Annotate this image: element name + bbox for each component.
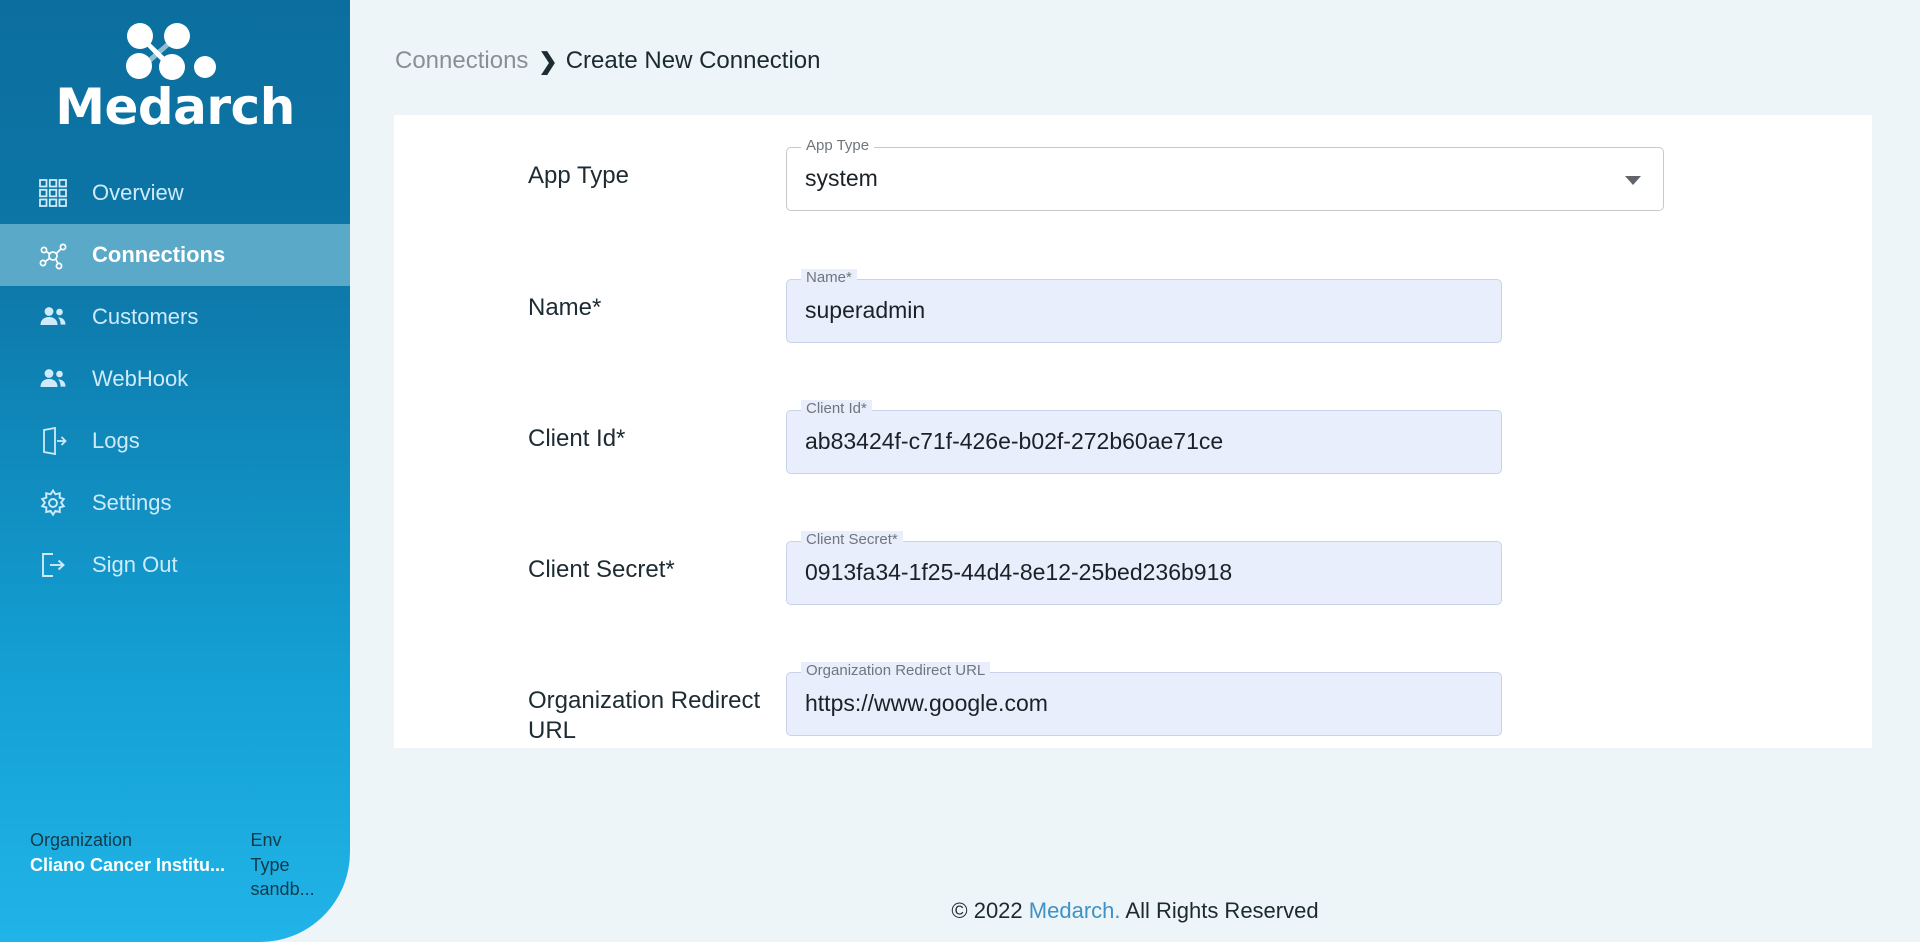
breadcrumb-link-connections[interactable]: Connections <box>395 47 528 75</box>
breadcrumb-current: Create New Connection <box>565 47 821 74</box>
field-label: Organization Redirect URL <box>801 662 991 679</box>
client-secret-input[interactable]: Client Secret* 0913fa34-1f25-44d4-8e12-2… <box>786 531 1502 605</box>
row-label: Client Id* <box>528 425 626 452</box>
connection-form: App Type App Type system Name* Name* sup… <box>394 115 1872 748</box>
sidebar-item-label: Customers <box>92 304 199 329</box>
sidebar-item-label: Sign Out <box>92 552 178 577</box>
name-input[interactable]: Name* superadmin <box>786 269 1502 343</box>
sidebar: Medarch Overview Connections Customers W… <box>0 0 350 942</box>
form-row-client-id: Client Id* Client Id* ab83424f-c71f-426e… <box>394 396 1872 474</box>
medarch-molecule-logo-icon <box>126 23 216 80</box>
form-row-app-type: App Type App Type system <box>394 133 1872 211</box>
field-value: 0913fa34-1f25-44d4-8e12-25bed236b918 <box>805 559 1233 585</box>
sidebar-item-connections[interactable]: Connections <box>0 224 350 286</box>
form-row-organization-redirect-url: Organization Redirect URL Organization R… <box>394 658 1872 746</box>
sidebar-item-label: Overview <box>92 180 184 205</box>
sidebar-nav: Overview Connections Customers WebHook L… <box>0 162 350 596</box>
form-row-name: Name* Name* superadmin <box>394 265 1872 343</box>
field-label: Name* <box>801 269 857 286</box>
form-row-client-secret: Client Secret* Client Secret* 0913fa34-1… <box>394 527 1872 605</box>
sidebar-item-label: Settings <box>92 490 172 515</box>
organization-label: Organization <box>30 830 133 850</box>
organization-info: Organization Cliano Cancer Institu... En… <box>30 828 330 902</box>
sidebar-item-overview[interactable]: Overview <box>0 162 350 224</box>
grid-icon <box>36 176 70 210</box>
brand-logo[interactable]: Medarch <box>0 0 350 132</box>
people-icon <box>36 362 70 396</box>
client-id-input[interactable]: Client Id* ab83424f-c71f-426e-b02f-272b6… <box>786 400 1502 474</box>
row-label: Organization Redirect URL <box>528 687 761 744</box>
sidebar-item-webhook[interactable]: WebHook <box>0 348 350 410</box>
footer-rights: All Rights Reserved <box>1120 898 1319 923</box>
row-label: Client Secret* <box>528 556 675 583</box>
sidebar-item-label: Logs <box>92 428 140 453</box>
sidebar-item-settings[interactable]: Settings <box>0 472 350 534</box>
app-type-select[interactable]: App Type system <box>786 137 1664 211</box>
sidebar-item-customers[interactable]: Customers <box>0 286 350 348</box>
app-root: Medarch Overview Connections Customers W… <box>0 0 1920 942</box>
env-type-label-line1: Env <box>250 830 282 850</box>
page-footer: © 2022 Medarch. All Rights Reserved <box>350 898 1920 924</box>
sidebar-item-logs[interactable]: Logs <box>0 410 350 472</box>
sidebar-item-sign-out[interactable]: Sign Out <box>0 534 350 596</box>
row-label: App Type <box>528 162 629 189</box>
people-icon <box>36 300 70 334</box>
field-label: Client Id* <box>801 400 872 417</box>
gear-icon <box>36 486 70 520</box>
field-value: system <box>805 165 878 191</box>
organization-value: Cliano Cancer Institu... <box>30 854 226 875</box>
chevron-right-icon: ❯ <box>538 47 558 74</box>
field-label: App Type <box>801 137 875 154</box>
breadcrumb: Connections ❯ Create New Connection <box>395 47 821 75</box>
row-label: Name* <box>528 294 602 321</box>
logout-icon <box>36 548 70 582</box>
organization-redirect-url-input[interactable]: Organization Redirect URL https://www.go… <box>786 662 1502 736</box>
chevron-down-icon[interactable] <box>1625 176 1641 185</box>
sidebar-item-label: Connections <box>92 242 226 267</box>
field-value: ab83424f-c71f-426e-b02f-272b60ae71ce <box>805 428 1224 454</box>
network-hub-icon <box>36 238 70 272</box>
create-connection-card: App Type App Type system Name* Name* sup… <box>394 115 1872 748</box>
env-type-value: sandb... <box>250 879 315 900</box>
field-value: https://www.google.com <box>805 690 1048 716</box>
field-value: superadmin <box>805 297 926 323</box>
main-content: Connections ❯ Create New Connection App … <box>350 0 1920 942</box>
footer-copyright: © 2022 <box>951 898 1029 923</box>
sidebar-item-label: WebHook <box>92 366 189 391</box>
door-open-icon <box>36 424 70 458</box>
field-label: Client Secret* <box>801 531 903 548</box>
footer-brand-link[interactable]: Medarch. <box>1029 898 1121 923</box>
env-type-label-line2: Type <box>250 854 290 875</box>
brand-name: Medarch <box>55 78 295 136</box>
